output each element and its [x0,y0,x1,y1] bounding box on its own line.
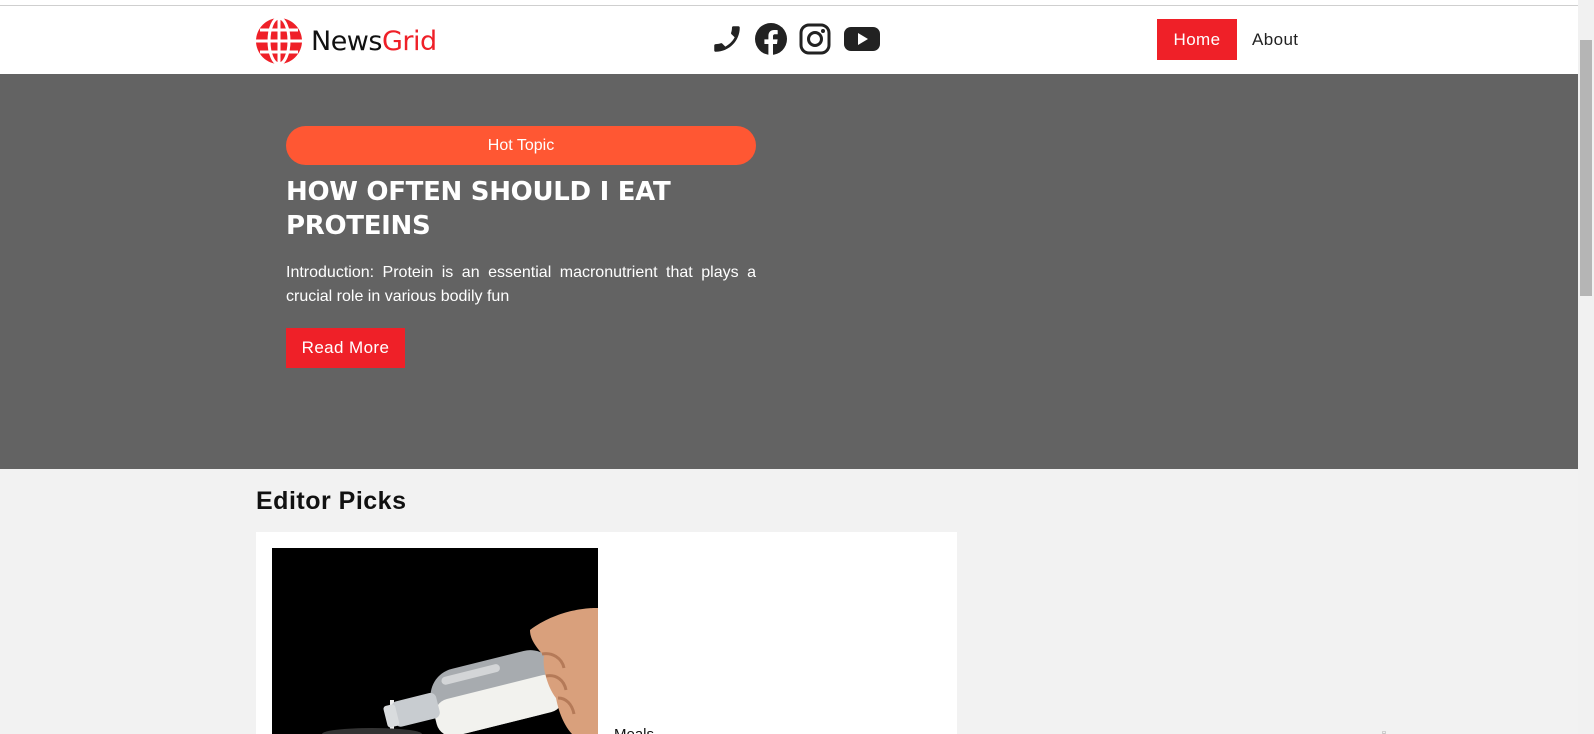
hero-banner: Hot Topic HOW OFTEN SHOULD I EAT PROTEIN… [0,74,1578,469]
hero-excerpt: Introduction: Protein is an essential ma… [286,264,756,305]
nav-about-link[interactable]: About [1252,30,1298,50]
social-links [710,22,882,61]
phone-icon[interactable] [710,22,744,61]
brand-name: NewsGrid [311,26,437,57]
hot-topic-badge: Hot Topic [286,126,756,165]
read-more-button[interactable]: Read More [286,328,405,368]
editor-pick-card[interactable]: Meals [256,532,957,734]
brand-name-part1: News [311,25,382,57]
broken-image-placeholder: ▫ [1382,727,1386,734]
editor-picks-heading: Editor Picks [256,487,407,515]
globe-logo-icon [256,17,302,65]
hero-title: HOW OFTEN SHOULD I EAT PROTEINS [286,177,671,241]
card-category[interactable]: Meals [614,726,654,734]
nav-home-link[interactable]: Home [1157,19,1237,60]
youtube-icon[interactable] [842,22,882,61]
brand-logo[interactable]: NewsGrid [255,17,437,65]
milk-bottle-image[interactable] [272,548,598,734]
scrollbar-thumb[interactable] [1580,40,1592,296]
site-header: NewsGrid Home About [0,6,1578,74]
instagram-icon[interactable] [798,22,832,61]
main-nav: Home About [1157,19,1298,60]
brand-name-part2: Grid [381,25,437,57]
facebook-icon[interactable] [754,22,788,61]
page-scrollbar[interactable] [1578,0,1594,734]
